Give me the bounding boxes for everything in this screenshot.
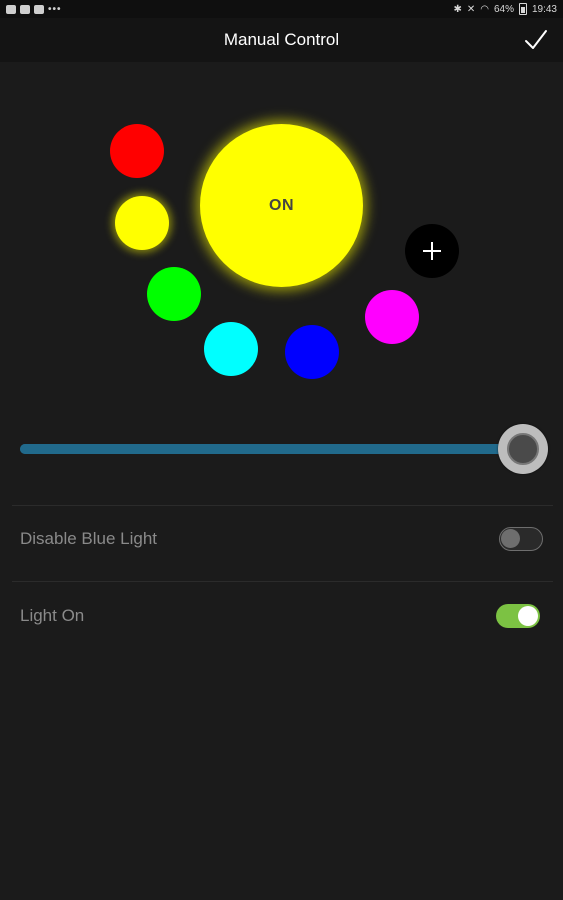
wifi-icon: ◠ (480, 3, 489, 15)
color-swatch-blue[interactable] (285, 325, 339, 379)
color-swatch-magenta[interactable] (365, 290, 419, 344)
color-swatch-green[interactable] (147, 267, 201, 321)
disable-blue-light-toggle[interactable] (499, 527, 543, 551)
confirm-button[interactable] (523, 27, 549, 53)
slider-thumb[interactable] (498, 424, 548, 474)
color-picker: ON (0, 62, 563, 402)
youtube-icon (20, 4, 30, 14)
checkmark-icon (525, 30, 547, 49)
slider-fill (20, 444, 523, 454)
youtube-icon (34, 4, 44, 14)
color-swatch-cyan[interactable] (204, 322, 258, 376)
status-left: ••• (0, 4, 62, 15)
divider (12, 581, 553, 582)
add-color-button[interactable] (405, 224, 459, 278)
battery-icon (518, 3, 527, 15)
status-time: 19:43 (531, 3, 557, 15)
plus-icon (423, 242, 441, 260)
light-on-toggle[interactable] (496, 604, 540, 628)
setting-disable-blue-light: Disable Blue Light (0, 509, 563, 569)
battery-percentage: 64% (493, 3, 514, 15)
color-swatch-yellow[interactable] (115, 196, 169, 250)
status-bar: ••• ✱ ✕ ◠ 64% 19:43 (0, 0, 563, 18)
setting-label: Disable Blue Light (20, 529, 158, 548)
main-light-label: ON (269, 196, 294, 214)
mute-icon: ✕ (466, 3, 476, 15)
page-title: Manual Control (223, 30, 340, 49)
app-header: Manual Control (0, 18, 563, 62)
divider (12, 505, 553, 506)
setting-light-on: Light On (0, 586, 563, 646)
toggle-knob (518, 606, 538, 626)
status-right: ✱ ✕ ◠ 64% 19:43 (453, 3, 563, 15)
brightness-slider[interactable] (20, 420, 550, 478)
color-swatch-red[interactable] (110, 124, 164, 178)
slider-thumb-center (507, 433, 539, 465)
setting-label: Light On (20, 606, 85, 625)
gallery-icon (6, 4, 16, 14)
bluetooth-icon: ✱ (453, 3, 462, 15)
toggle-knob (501, 529, 520, 548)
main-light-button[interactable]: ON (200, 124, 363, 287)
more-icon: ••• (48, 3, 62, 15)
